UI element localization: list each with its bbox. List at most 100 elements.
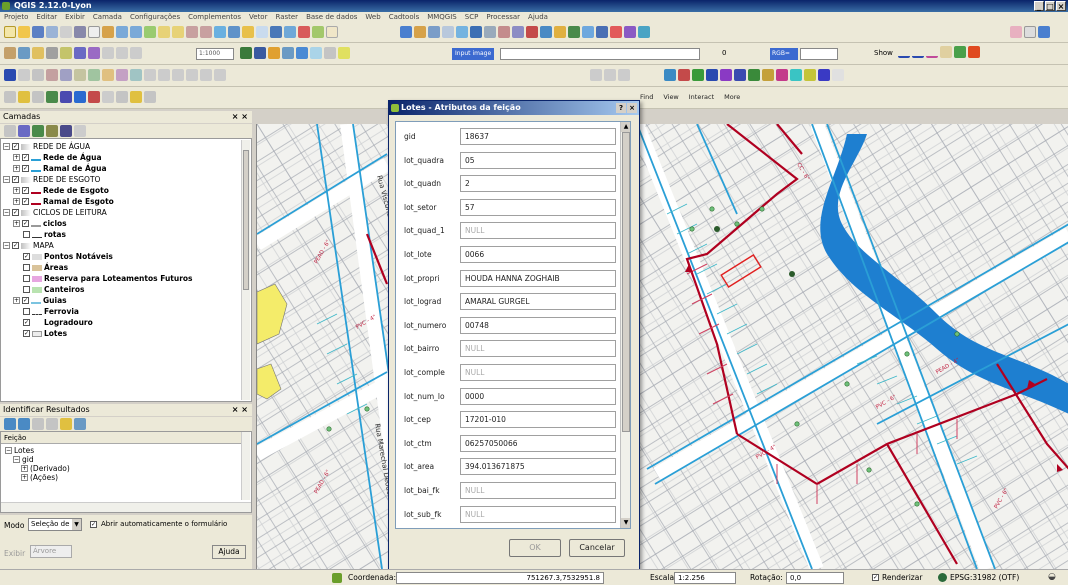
add-csv-icon[interactable] [324, 47, 336, 59]
add-layer-icon[interactable] [4, 91, 16, 103]
crs-label[interactable]: EPSG:31982 (OTF) [950, 573, 1019, 583]
union-icon[interactable] [144, 69, 156, 81]
mode-dropdown-icon[interactable]: ▼ [72, 519, 81, 530]
zoom-out-icon[interactable] [130, 26, 142, 38]
identify-icon[interactable] [228, 26, 240, 38]
roi-spectral-icon[interactable] [926, 46, 938, 58]
trim-icon[interactable] [102, 69, 114, 81]
roi-polygon-icon[interactable] [898, 46, 910, 58]
cad-fillet-icon[interactable] [790, 69, 802, 81]
attribute-table-icon[interactable] [270, 26, 282, 38]
cad-join-icon[interactable] [818, 69, 830, 81]
layer-ramal-de-agua[interactable]: + ✓ Ramal de Água [13, 164, 107, 173]
scroll-up-icon[interactable]: ▲ [621, 122, 630, 132]
cad-settings-icon[interactable] [832, 69, 844, 81]
layer-canteiros[interactable]: Canteiros [23, 285, 84, 294]
add-wfs-icon[interactable] [310, 47, 322, 59]
layer-ciclos[interactable]: + ✓ ciclos [13, 219, 67, 228]
edit-icon[interactable] [18, 47, 30, 59]
attribute-field-lot_bairro[interactable]: NULL [460, 340, 616, 358]
clip-icon[interactable] [158, 69, 170, 81]
label-icon[interactable] [116, 91, 128, 103]
layer-ramal-de-esgoto[interactable]: + ✓ Ramal de Esgoto [13, 197, 114, 206]
new-shapefile-icon[interactable] [338, 47, 350, 59]
identify-gid-node[interactable]: − gid [13, 455, 34, 464]
crs-globe-icon[interactable] [938, 573, 947, 582]
move-label-icon[interactable] [610, 26, 622, 38]
help-button[interactable]: Ajuda [212, 545, 246, 559]
deselect-icon[interactable] [256, 26, 268, 38]
layer-rede-de-esgoto-group[interactable]: − ✓ REDE DE ESGOTO [3, 175, 100, 184]
minimize-button[interactable]: _ [1034, 1, 1044, 11]
select-feature-icon[interactable] [242, 26, 254, 38]
offset-icon[interactable] [88, 69, 100, 81]
rotate-feature-icon[interactable] [88, 47, 100, 59]
metadata-icon[interactable] [144, 91, 156, 103]
add-part-icon[interactable] [130, 47, 142, 59]
rotation-input[interactable]: 0,0 [786, 572, 844, 584]
save-as-icon[interactable] [46, 26, 58, 38]
cancel-button[interactable]: Cancelar [569, 539, 625, 557]
interact-button[interactable]: Interact [689, 93, 714, 101]
fill-ring-icon[interactable] [74, 69, 86, 81]
refresh-icon[interactable] [214, 26, 226, 38]
attribute-field-lot_propri[interactable]: HOUDA HANNA ZOGHAIB [460, 269, 616, 287]
new-project-icon[interactable] [4, 26, 16, 38]
delete-part-icon[interactable] [60, 69, 72, 81]
add-spatialite-icon[interactable] [282, 47, 294, 59]
menu-editar[interactable]: Editar [36, 12, 57, 23]
form-scrollbar-thumb[interactable] [622, 132, 630, 432]
layer-areas[interactable]: Áreas [23, 263, 68, 272]
split-icon[interactable] [60, 47, 72, 59]
classification-preview-icon[interactable] [940, 46, 952, 58]
zoom-in-icon[interactable] [116, 26, 128, 38]
attribute-field-lot_numero[interactable]: 00748 [460, 316, 616, 334]
cad-perpendicular-icon[interactable] [720, 69, 732, 81]
attribute-field-lot_num_lo[interactable]: 0000 [460, 387, 616, 405]
current-edits-icon[interactable] [400, 26, 412, 38]
zoom-selection-icon[interactable] [172, 26, 184, 38]
simplify-icon[interactable] [102, 47, 114, 59]
layer-guias[interactable]: + ✓ Guias [13, 296, 67, 305]
mode-select[interactable]: Seleção de ▼ [28, 518, 82, 531]
help-icon[interactable] [1024, 26, 1036, 38]
attribute-field-lot_quad_1[interactable]: NULL [460, 222, 616, 240]
attribute-field-lot_cep[interactable]: 17201-010 [460, 411, 616, 429]
expand-icon[interactable] [60, 125, 72, 137]
add-raster-icon[interactable] [254, 47, 266, 59]
pencil-icon[interactable] [32, 47, 44, 59]
pin-labels-icon[interactable] [582, 26, 594, 38]
intersect-icon[interactable] [130, 69, 142, 81]
menu-projeto[interactable]: Projeto [4, 12, 28, 23]
join-icon[interactable] [618, 69, 630, 81]
menu-camada[interactable]: Camada [93, 12, 122, 23]
save-project-icon[interactable] [32, 26, 44, 38]
layer-rotas[interactable]: rotas [23, 230, 66, 239]
move-feature-icon[interactable] [456, 26, 468, 38]
attribute-field-lot_area[interactable]: 394.013671875 [460, 458, 616, 476]
identify-hscroll[interactable] [1, 502, 251, 512]
expand-all-icon[interactable] [46, 91, 58, 103]
whats-this-icon[interactable] [1038, 26, 1050, 38]
toggle-editing-icon[interactable] [414, 26, 426, 38]
roi-grow-icon[interactable] [912, 46, 924, 58]
save-edits-icon[interactable] [428, 26, 440, 38]
copy-features-icon[interactable] [512, 26, 524, 38]
attribute-field-lot_quadn[interactable]: 2 [460, 175, 616, 193]
pan-map-icon[interactable] [88, 26, 100, 38]
collapse-all-icon[interactable] [60, 91, 72, 103]
identify-derivado-node[interactable]: + (Derivado) [21, 464, 70, 473]
map-canvas[interactable]: Rua Visconde do Rio Branco Rua Marechal … [256, 124, 1068, 569]
pan-to-selection-icon[interactable] [102, 26, 114, 38]
menu-ajuda[interactable]: Ajuda [528, 12, 548, 23]
layer-style-icon[interactable] [4, 125, 16, 137]
attribute-field-lot_setor[interactable]: 57 [460, 198, 616, 216]
layer-ciclos-group[interactable]: − ✓ CICLOS DE LEITURA [3, 208, 107, 217]
cad-bearing-icon[interactable] [748, 69, 760, 81]
print-composer-icon[interactable] [60, 26, 72, 38]
group-icon[interactable] [74, 91, 86, 103]
digitize-icon[interactable] [4, 47, 16, 59]
scp-input-icon[interactable] [968, 46, 980, 58]
layer-reserva[interactable]: Reserva para Loteamentos Futuros [23, 274, 193, 283]
attribute-field-gid[interactable]: 18637 [460, 128, 616, 145]
